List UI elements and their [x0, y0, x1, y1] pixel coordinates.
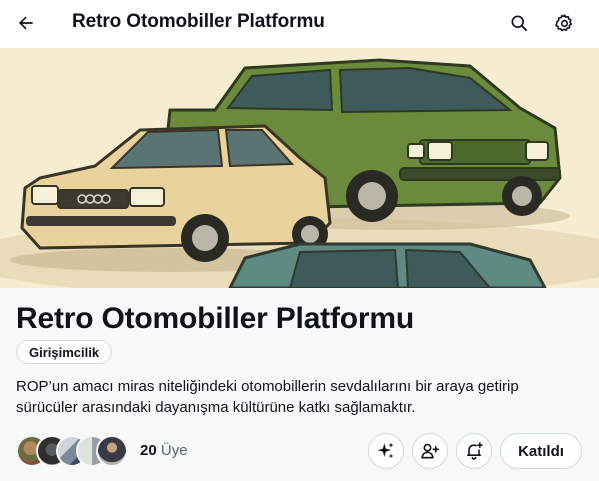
joined-button[interactable]: Katıldı: [500, 433, 582, 469]
retro-cars-illustration: [0, 48, 599, 288]
add-member-button[interactable]: [412, 433, 448, 469]
bell-plus-icon: [466, 442, 483, 460]
settings-button[interactable]: [547, 6, 581, 40]
community-description: ROP’un amacı miras niteliğindeki otomobi…: [16, 378, 519, 416]
gear-icon: [554, 13, 572, 31]
teal-car: [228, 242, 547, 288]
top-bar: Retro Otomobiller Platformu: [0, 0, 599, 46]
search-icon: [511, 15, 527, 32]
member-count-value: 20: [140, 442, 157, 459]
member-avatars[interactable]: [16, 435, 134, 467]
category-tag[interactable]: Girişimcilik: [16, 340, 113, 364]
search-button[interactable]: [502, 6, 536, 40]
community-banner: [0, 48, 599, 288]
member-count-label: Üye: [160, 442, 188, 459]
sparkle-button[interactable]: [368, 433, 404, 469]
add-user-icon: [421, 443, 440, 459]
community-actions-row: 20 Üye Katıldı: [16, 433, 583, 469]
notifications-button[interactable]: [456, 433, 492, 469]
avatar: [96, 435, 128, 467]
sparkle-icon: [377, 442, 394, 459]
back-button[interactable]: [9, 6, 43, 40]
community-info: Retro Otomobiller Platformu Girişimcilik…: [0, 288, 599, 481]
page-title: Retro Otomobiller Platformu: [72, 11, 325, 32]
arrow-left-icon: [19, 16, 33, 30]
member-count[interactable]: 20 Üye: [140, 442, 188, 459]
community-name: Retro Otomobiller Platformu: [16, 302, 414, 335]
